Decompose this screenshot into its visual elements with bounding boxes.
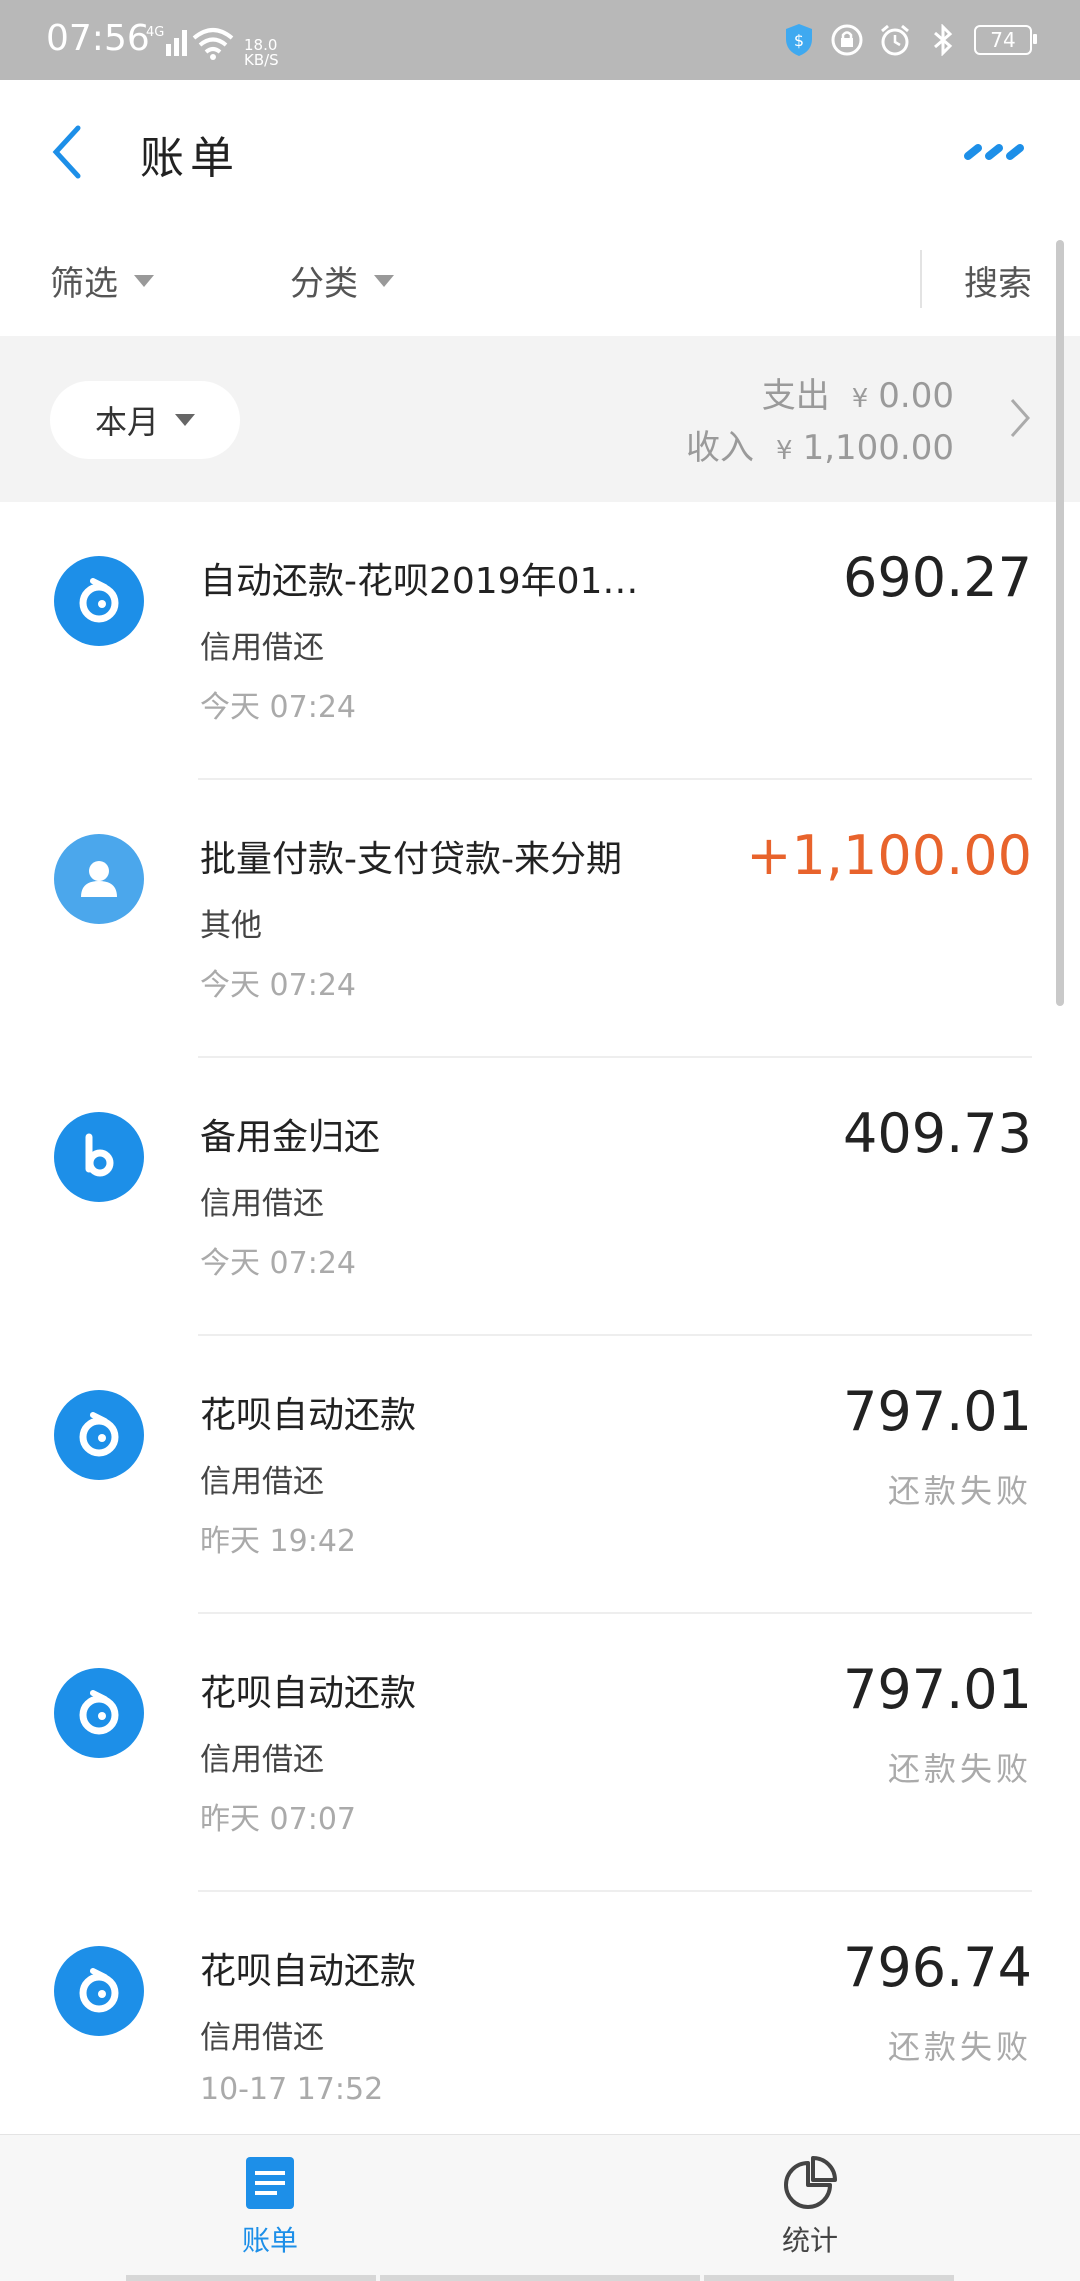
tab-bill-label: 账单 [241,2224,298,2257]
transaction-row[interactable]: 花呗自动还款 信用借还 10-17 17:52 796.74 还款失败 [0,1892,1080,2134]
transaction-title: 花呗自动还款 [200,1673,417,1714]
scrollbar[interactable] [1056,240,1064,1006]
category-label: 分类 [290,264,358,304]
network-type: 4G [146,25,164,40]
bill-list-icon [246,2157,294,2209]
divider [920,250,922,308]
more-icon[interactable] [962,142,1032,162]
transaction-category: 信用借还 [200,1464,324,1500]
caret-down-icon [175,414,195,426]
transaction-status: 还款失败 [887,2028,1032,2066]
caret-down-icon [374,274,394,287]
svg-text:$: $ [794,31,804,50]
transaction-row[interactable]: 花呗自动还款 信用借还 昨天 19:42 797.01 还款失败 [0,1336,1080,1614]
transaction-title: 自动还款-花呗2019年01… [200,561,639,602]
transaction-time: 今天 07:24 [200,690,356,725]
search-button[interactable]: 搜索 [964,256,1032,305]
transaction-amount: 409.73 [843,1102,1032,1165]
income-value: 1,100.00 [802,428,954,468]
transaction-title: 花呗自动还款 [200,1951,417,1992]
huabei-icon [54,556,144,646]
wifi-icon [192,28,234,60]
network-speed: 18.0 KB/S [244,38,279,68]
status-icons: $ 74 [782,20,1037,60]
transaction-amount: 796.74 [843,1936,1032,1999]
transaction-category: 信用借还 [200,630,324,666]
transaction-status: 还款失败 [887,1472,1032,1510]
person-icon [54,834,144,924]
back-icon[interactable] [48,122,88,182]
status-bar: 07:56 4G 18.0 KB/S $ 74 [0,0,1080,80]
transaction-amount: 797.01 [843,1380,1032,1443]
transaction-title: 批量付款-支付贷款-来分期 [200,839,622,880]
app-header: 账单 [0,80,1080,223]
expense-label: 支出 [761,376,830,416]
caret-down-icon [134,274,154,287]
expense-total: 支出 ¥0.00 [762,368,954,417]
transaction-category: 信用借还 [200,1186,324,1222]
huabei-icon [54,1668,144,1758]
income-total: 收入 ¥1,100.00 [686,420,954,469]
transaction-category: 信用借还 [200,1742,324,1778]
transaction-category: 其他 [200,908,262,944]
month-label: 本月 [94,403,159,441]
nav-gesture-bar [380,2275,700,2281]
transaction-time: 今天 07:24 [200,968,356,1003]
transaction-title: 备用金归还 [200,1117,381,1158]
currency-symbol: ¥ [851,384,869,414]
currency-symbol: ¥ [776,436,793,466]
tab-bill[interactable]: 账单 [170,2155,370,2259]
filter-bar: 筛选 分类 搜索 [0,222,1080,336]
pie-chart-icon [784,2156,837,2209]
transaction-title: 花呗自动还款 [200,1395,417,1436]
transaction-time: 10-17 17:52 [200,2072,384,2107]
bottom-tab-bar: 账单 统计 [0,2134,1080,2281]
transaction-time: 昨天 07:07 [200,1802,356,1837]
transaction-row[interactable]: 批量付款-支付贷款-来分期 其他 今天 07:24 +1,100.00 [0,780,1080,1058]
alarm-icon [878,23,912,57]
transaction-category: 信用借还 [200,2020,324,2056]
lock-icon [830,23,864,57]
filter-label: 筛选 [50,264,118,304]
chevron-right-icon[interactable] [1008,396,1032,440]
speed-unit: KB/S [244,51,279,69]
huabei-icon [54,1390,144,1480]
filter-dropdown[interactable]: 筛选 [50,256,154,305]
transaction-row[interactable]: 花呗自动还款 信用借还 昨天 07:07 797.01 还款失败 [0,1614,1080,1892]
expense-value: 0.00 [878,376,954,416]
tab-stats[interactable]: 统计 [710,2155,910,2259]
transaction-list: 自动还款-花呗2019年01… 信用借还 今天 07:24 690.27 批量付… [0,502,1080,2134]
security-shield-icon: $ [782,23,816,57]
month-selector[interactable]: 本月 [50,381,240,459]
income-label: 收入 [686,428,755,468]
transaction-amount: 690.27 [843,546,1032,609]
transaction-row[interactable]: 自动还款-花呗2019年01… 信用借还 今天 07:24 690.27 [0,502,1080,780]
nav-gesture-bar [126,2275,376,2281]
nav-gesture-bar [704,2275,954,2281]
transaction-row[interactable]: 备用金归还 信用借还 今天 07:24 409.73 [0,1058,1080,1336]
battery-indicator: 74 [974,25,1037,55]
transaction-time: 今天 07:24 [200,1246,356,1281]
transaction-status: 还款失败 [887,1750,1032,1788]
transaction-amount: 797.01 [843,1658,1032,1721]
status-time: 07:56 [46,18,150,59]
tab-stats-label: 统计 [781,2224,838,2257]
beiyongjin-icon [54,1112,144,1202]
transaction-amount: +1,100.00 [746,824,1032,887]
bluetooth-icon [926,23,960,57]
huabei-icon [54,1946,144,2036]
category-dropdown[interactable]: 分类 [290,256,394,305]
page-title: 账单 [140,133,240,184]
monthly-summary: 本月 支出 ¥0.00 收入 ¥1,100.00 [0,336,1080,502]
transaction-time: 昨天 19:42 [200,1524,356,1559]
